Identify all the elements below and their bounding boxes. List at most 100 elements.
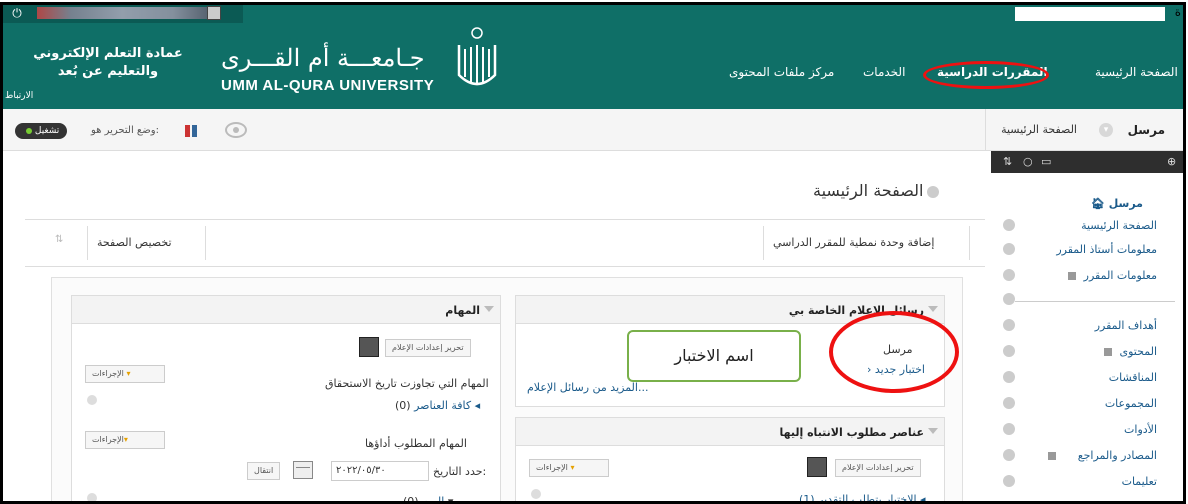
edit-mode-label: وضع التحرير هو:: [91, 125, 159, 136]
chevron-icon[interactable]: [1003, 345, 1015, 357]
breadcrumb-course[interactable]: مرسل: [1128, 123, 1165, 137]
user-name-blurred: [37, 7, 207, 19]
divider: [87, 226, 88, 260]
menu-item-discussions[interactable]: المناقشات: [1109, 371, 1157, 384]
menu-divider: [1015, 301, 1175, 302]
menu-item-course-info[interactable]: معلومات المقرر: [1067, 269, 1157, 282]
customize-page-button[interactable]: تخصيص الصفحة: [97, 236, 172, 249]
highlight-circle: [829, 311, 959, 393]
chevron-icon[interactable]: [1003, 319, 1015, 331]
nav-content-center[interactable]: مركز ملفات المحتوى: [729, 65, 834, 79]
chevron-down-icon[interactable]: [927, 185, 940, 198]
top-header: ⏻ ة عمادة التعلم الإلكتروني والتعليم عن …: [3, 5, 1183, 109]
edit-notification-settings-button[interactable]: تحرير إعدادات الإعلام: [385, 339, 471, 357]
university-name-en: UMM AL-QURA UNIVERSITY: [221, 77, 435, 94]
chevron-down-icon: ▾: [123, 435, 128, 444]
folder-square-icon: [1067, 272, 1076, 280]
toggle-dot-icon: [26, 127, 32, 134]
avatar: [359, 337, 379, 357]
chevron-icon[interactable]: [1003, 371, 1015, 383]
breadcrumb-divider: [985, 109, 986, 151]
annotation-callout: اسم الاختبار: [627, 330, 801, 382]
all-items-link[interactable]: كافة العناصر (0) ◂: [395, 399, 480, 412]
go-button[interactable]: انتقال: [247, 462, 281, 480]
user-strip: ⏻: [3, 5, 243, 23]
menu-item-resources[interactable]: المصادر والمراجع: [1047, 449, 1157, 462]
bookmark-icon[interactable]: [185, 125, 199, 137]
divider: [205, 226, 206, 260]
menu-item-home[interactable]: الصفحة الرئيسية: [1081, 219, 1157, 232]
action-bar: إضافة وحدة نمطية للمقرر الدراسي تخصيص ال…: [25, 219, 985, 267]
panel-title: عناصر مطلوب الانتباه إليها: [779, 426, 924, 439]
chevron-icon[interactable]: [87, 493, 97, 501]
window: ⏻ ة عمادة التعلم الإلكتروني والتعليم عن …: [0, 2, 1186, 504]
course-menu-toolbar: ⇅ ○ ▭ ⊕: [991, 151, 1183, 173]
menu-item-tools[interactable]: الأدوات: [1124, 423, 1157, 436]
menu-item-content[interactable]: المحتوى: [1103, 345, 1157, 358]
chevron-icon[interactable]: [1003, 293, 1015, 305]
menu-item-instructor[interactable]: معلومات أستاذ المقرر: [1056, 243, 1157, 256]
divider: [969, 226, 970, 260]
breadcrumb-home[interactable]: الصفحة الرئيسية: [1001, 123, 1077, 136]
chevron-icon[interactable]: [87, 395, 97, 405]
actions-menu-button[interactable]: الإجراءات ▾: [529, 459, 609, 477]
side-label[interactable]: الارتباط: [5, 91, 33, 101]
nav-services[interactable]: الخدمات: [863, 65, 905, 79]
chevron-icon[interactable]: [1003, 423, 1015, 435]
nav-home[interactable]: الصفحة الرئيسية: [1095, 65, 1178, 79]
date-input[interactable]: ٢٠٢٢/٠٥/٣٠: [331, 461, 429, 481]
graded-test-item[interactable]: الاختبار يتطلب التقدير (1) ◂: [799, 493, 926, 501]
panel-header: المهام: [72, 296, 500, 324]
divider: [763, 226, 764, 260]
page-title[interactable]: الصفحة الرئيسية: [813, 181, 940, 200]
chevron-icon[interactable]: [1003, 269, 1015, 281]
actions-menu-button[interactable]: الإجراءات▾: [85, 431, 165, 449]
calendar-icon[interactable]: [293, 461, 313, 479]
folder-square-icon: [1103, 348, 1112, 356]
deanship-name: عمادة التعلم الإلكتروني والتعليم عن بُعد: [33, 46, 183, 79]
menu-item-objectives[interactable]: أهداف المقرر: [1095, 319, 1157, 332]
user-avatar[interactable]: [207, 6, 221, 20]
chevron-icon[interactable]: [1003, 475, 1015, 487]
collapse-icon[interactable]: [484, 306, 494, 312]
add-icon[interactable]: ⊕: [1167, 155, 1176, 168]
overdue-tasks-heading: المهام التي تجاوزت تاريخ الاستحقاق: [325, 377, 489, 390]
avatar: [807, 457, 827, 477]
collapse-icon[interactable]: [928, 306, 938, 312]
chevron-icon[interactable]: [1003, 397, 1015, 409]
chevron-icon[interactable]: [1003, 243, 1015, 255]
edit-notification-settings-button[interactable]: تحرير إعدادات الإعلام: [835, 459, 921, 477]
actions-menu-button[interactable]: الإجراءات ▾: [85, 365, 165, 383]
corner-mark: ة: [1174, 5, 1181, 19]
due-tasks-heading: المهام المطلوب أداؤها: [365, 437, 467, 450]
sort-icon[interactable]: ⇅: [55, 234, 63, 245]
edit-mode-toggle[interactable]: تشغيل: [15, 123, 68, 139]
sort-icon[interactable]: ⇅: [1003, 155, 1012, 168]
chevron-down-icon[interactable]: ▾: [1099, 123, 1113, 137]
today-filter[interactable]: (0) اليوم ▾: [403, 495, 453, 501]
refresh-icon[interactable]: ○: [1023, 155, 1033, 168]
power-icon[interactable]: ⏻: [9, 6, 25, 20]
breadcrumb-bar: مرسل ▾ الصفحة الرئيسية تشغيل وضع التحرير…: [3, 109, 1183, 151]
folder-icon[interactable]: ▭: [1041, 155, 1051, 168]
university-logo-icon: [457, 27, 497, 86]
chevron-down-icon: ▾: [570, 463, 575, 472]
folder-square-icon: [1047, 452, 1056, 460]
university-name-ar: جـامعـــة أم القـــرى: [221, 44, 425, 72]
more-messages-link[interactable]: المزيد من رسائل الإعلام...: [527, 381, 648, 394]
panel-header: عناصر مطلوب الانتباه إليها: [516, 418, 944, 446]
add-module-button[interactable]: إضافة وحدة نمطية للمقرر الدراسي: [773, 236, 934, 249]
chevron-icon[interactable]: [1003, 449, 1015, 461]
date-label: حدد التاريخ:: [433, 465, 487, 478]
panel-title: المهام: [445, 304, 480, 317]
chevron-down-icon: ▾: [126, 369, 131, 378]
menu-item-groups[interactable]: المجموعات: [1105, 397, 1157, 410]
top-right-bar: [1015, 7, 1165, 21]
highlight-ellipse: [923, 61, 1049, 89]
chevron-icon[interactable]: [1003, 219, 1015, 231]
menu-item-instructions[interactable]: تعليمات: [1122, 475, 1157, 488]
course-menu-title[interactable]: 🏠︎ مرسل: [1091, 197, 1143, 210]
eye-icon[interactable]: [225, 122, 247, 138]
collapse-icon[interactable]: [928, 428, 938, 434]
chevron-icon[interactable]: [531, 489, 541, 499]
